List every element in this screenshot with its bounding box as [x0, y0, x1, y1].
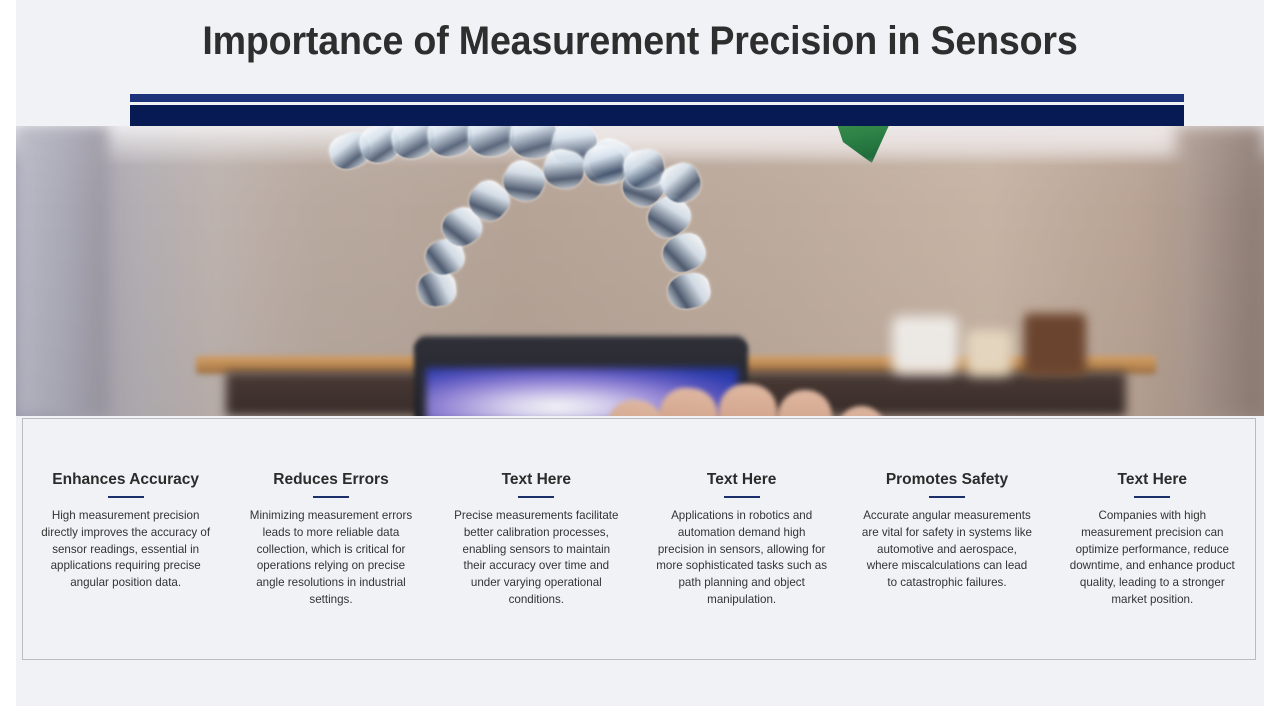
- benefit-title: Text Here: [501, 471, 572, 488]
- benefit-body: High measurement precision directly impr…: [41, 509, 211, 590]
- benefit-divider: [1134, 496, 1171, 499]
- benefit-divider: [928, 496, 965, 499]
- benefit-title: Promotes Safety: [885, 471, 1009, 488]
- benefit-body: Applications in robotics and automation …: [656, 509, 828, 607]
- benefit-divider: [518, 496, 555, 499]
- accent-rule-bottom: [130, 105, 1184, 126]
- benefit-card-1[interactable]: Enhances Accuracy High measurement preci…: [23, 471, 228, 592]
- benefit-body: Minimizing measurement errors leads to m…: [249, 509, 413, 607]
- benefit-card-2[interactable]: Reduces Errors Minimizing measurement er…: [228, 471, 433, 609]
- benefit-body: Companies with high measurement precisio…: [1069, 509, 1235, 607]
- title-accent-rules: [113, 94, 1184, 126]
- benefit-title: Reduces Errors: [273, 471, 389, 488]
- benefit-body: Accurate angular measurements are vital …: [861, 509, 1033, 590]
- slide-canvas: Importance of Measurement Precision in S…: [16, 0, 1264, 706]
- benefit-body: Precise measurements facilitate better c…: [454, 509, 619, 607]
- benefit-title: Text Here: [1117, 471, 1188, 488]
- benefit-card-5[interactable]: Promotes Safety Accurate angular measure…: [844, 471, 1049, 592]
- page-title: Importance of Measurement Precision in S…: [202, 19, 1078, 63]
- photo-overlay-veil: [16, 126, 1264, 416]
- benefit-divider: [107, 496, 144, 499]
- slide-header: Importance of Measurement Precision in S…: [16, 0, 1264, 126]
- benefits-panel: Enhances Accuracy High measurement preci…: [22, 418, 1256, 660]
- benefit-card-3[interactable]: Text Here Precise measurements facilitat…: [434, 471, 639, 609]
- benefits-row: Enhances Accuracy High measurement preci…: [23, 419, 1255, 659]
- benefit-title: Text Here: [706, 471, 777, 488]
- benefit-divider: [312, 496, 349, 499]
- accent-rule-top: [130, 94, 1184, 102]
- benefit-title: Enhances Accuracy: [52, 471, 200, 488]
- hero-photo: [16, 126, 1264, 416]
- benefit-card-4[interactable]: Text Here Applications in robotics and a…: [639, 471, 844, 609]
- benefit-card-6[interactable]: Text Here Companies with high measuremen…: [1050, 471, 1255, 609]
- benefit-divider: [723, 496, 760, 499]
